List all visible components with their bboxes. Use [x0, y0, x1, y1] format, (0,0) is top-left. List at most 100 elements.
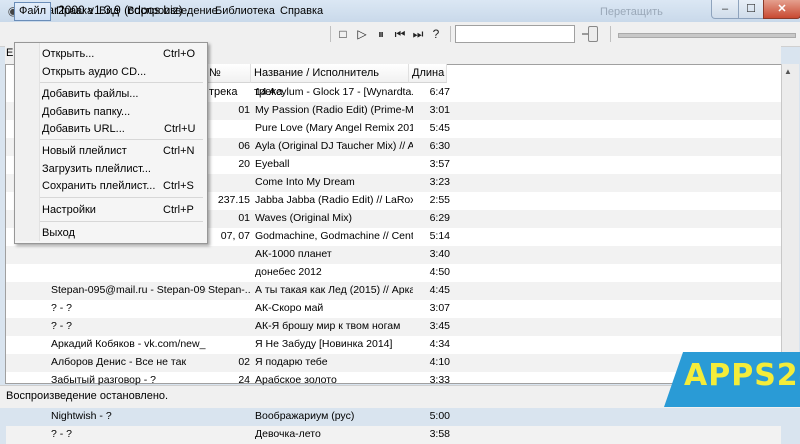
minimize-button[interactable]: –	[711, 0, 739, 19]
table-row[interactable]: Аркадий Кобяков - vk.com/new_r... Я Не За…	[6, 336, 781, 354]
artist-cell: ? - ?	[51, 428, 73, 440]
pause-icon[interactable]: ⏸	[374, 27, 388, 41]
track-cell: 02	[238, 356, 250, 368]
artist-cell: Аркадий Кобяков - vk.com/new_r...	[51, 338, 206, 350]
menu-view[interactable]: Вид	[95, 3, 123, 20]
table-row[interactable]: ? - ? Девочка-лето 3:58	[6, 426, 781, 444]
length-cell: 4:45	[429, 284, 450, 296]
volume-slider[interactable]	[588, 26, 598, 42]
table-row[interactable]: АК-1000 планет 3:40	[6, 246, 781, 264]
title-cell: Jabba Jabba (Radio Edit) // LaRoxx...	[255, 194, 413, 206]
length-cell: 3:40	[429, 248, 450, 260]
artist-cell: Nightwish - ?	[51, 410, 112, 422]
column-header-track[interactable]: № трека	[206, 64, 251, 98]
play-icon[interactable]: ▷	[355, 27, 369, 41]
playlist-tab[interactable]: E	[6, 47, 13, 59]
file-menu-item[interactable]: Добавить URL...	[42, 122, 125, 136]
random-icon[interactable]: ?	[429, 27, 443, 41]
title-cell: Come Into My Dream	[255, 176, 355, 188]
table-row[interactable]: ? - ? АК-Я брошу мир к твом ногам 3:45	[6, 318, 781, 336]
menu-file[interactable]: Файл	[14, 2, 52, 21]
previous-icon[interactable]: ⏮	[393, 27, 407, 41]
menu-shortcut: Ctrl+S	[163, 180, 194, 192]
track-cell: 06	[238, 140, 250, 152]
toolbar-separator	[450, 26, 451, 42]
title-cell: Я подарю тебе	[255, 356, 328, 368]
menu-help[interactable]: Справка	[276, 3, 327, 20]
ghost-text: Перетащить	[600, 6, 663, 18]
title-cell: Воображариум (рус)	[255, 410, 355, 422]
menu-shortcut: Ctrl+N	[163, 145, 195, 157]
track-cell: 20	[238, 158, 250, 170]
close-button[interactable]: ✕	[763, 0, 800, 19]
search-input[interactable]	[455, 25, 575, 43]
seek-bar[interactable]	[618, 33, 796, 38]
menu-playback[interactable]: Воспроизведение	[123, 3, 222, 20]
file-menu-item[interactable]: Загрузить плейлист...	[42, 162, 151, 176]
column-header-length[interactable]: Длина	[409, 64, 447, 83]
length-cell: 3:07	[429, 302, 450, 314]
file-menu-item[interactable]: Добавить файлы...	[42, 87, 138, 101]
file-menu-item[interactable]: Добавить папку...	[42, 105, 130, 119]
artist-cell: ? - ?	[51, 302, 73, 314]
title-cell: Ayla (Original DJ Taucher Mix) // A...	[255, 140, 413, 152]
title-cell: АК-Скоро май	[255, 302, 324, 314]
menu-separator	[40, 197, 203, 198]
toolbar-separator	[330, 26, 331, 42]
file-menu-item[interactable]: Открыть аудио CD...	[42, 65, 146, 79]
file-menu-item[interactable]: Выход	[42, 226, 75, 240]
length-cell: 3:57	[429, 158, 450, 170]
title-cell: Девочка-лето	[255, 428, 321, 440]
scroll-up-icon[interactable]: ▲	[784, 67, 792, 76]
menu-edit[interactable]: Правка	[52, 3, 97, 20]
track-cell: 01	[238, 212, 250, 224]
length-cell: 3:23	[429, 176, 450, 188]
length-cell: 3:45	[429, 320, 450, 332]
table-row[interactable]: донебес 2012 4:50	[6, 264, 781, 282]
length-cell: 3:01	[429, 104, 450, 116]
vertical-scrollbar[interactable]	[781, 64, 799, 384]
menu-separator	[40, 82, 203, 83]
menu-shortcut: Ctrl+P	[163, 204, 194, 216]
stop-icon[interactable]: □	[336, 27, 350, 41]
toolbar-separator	[610, 26, 611, 42]
length-cell: 5:45	[429, 122, 450, 134]
track-cell: 07, 07	[220, 230, 250, 242]
column-header-title[interactable]: Название / Исполнитель трека	[251, 64, 409, 98]
artist-cell: ? - ?	[51, 320, 73, 332]
title-cell: My Passion (Radio Edit) (Prime-M...	[255, 104, 413, 116]
length-cell: 4:34	[429, 338, 450, 350]
file-menu-item[interactable]: Новый плейлист	[42, 144, 127, 158]
length-cell: 6:30	[429, 140, 450, 152]
menu-separator	[40, 221, 203, 222]
menu-separator	[40, 139, 203, 140]
table-row[interactable]: Алборов Денис - Все не так 02 Я подарю теб…	[6, 354, 781, 372]
length-cell: 6:29	[429, 212, 450, 224]
watermark-logo: APPS24	[684, 358, 800, 393]
title-cell: Waves (Original Mix)	[255, 212, 353, 224]
file-menu-item[interactable]: Открыть...	[42, 47, 94, 61]
table-row[interactable]: Nightwish - ? Воображариум (рус) 5:00	[6, 408, 781, 426]
artist-cell: Stepan-095@mail.ru - Stepan-095...	[51, 284, 206, 296]
menu-shortcut: Ctrl+U	[164, 123, 196, 135]
title-cell: АК-Я брошу мир к твом ногам	[255, 320, 401, 332]
title-cell: Я Не Забуду [Новинка 2014]	[255, 338, 393, 350]
length-cell: 5:00	[429, 410, 450, 422]
status-text: Воспроизведение остановлено.	[6, 390, 169, 402]
next-icon[interactable]: ⏭	[411, 27, 425, 41]
file-menu-item[interactable]: Сохранить плейлист...	[42, 179, 155, 193]
title-cell: 14 Acylum - Glock 17 - [Wynardta...	[255, 86, 413, 98]
menu-shortcut: Ctrl+O	[163, 48, 196, 60]
menu-library[interactable]: Библиотека	[211, 3, 279, 20]
length-cell: 5:14	[429, 230, 450, 242]
title-cell: Pure Love (Mary Angel Remix 2017)	[255, 122, 413, 134]
length-cell: 4:10	[429, 356, 450, 368]
track-cell: Stepan-...	[208, 284, 250, 296]
file-menu-item[interactable]: Настройки	[42, 203, 96, 217]
table-row[interactable]: Stepan-095@mail.ru - Stepan-095... Stepan…	[6, 282, 781, 300]
table-row[interactable]: ? - ? АК-Скоро май 3:07	[6, 300, 781, 318]
track-cell: 01	[238, 104, 250, 116]
title-cell: донебес 2012	[255, 266, 322, 278]
maximize-button[interactable]: ☐	[738, 0, 764, 19]
track-cell: 237.15	[217, 194, 250, 206]
